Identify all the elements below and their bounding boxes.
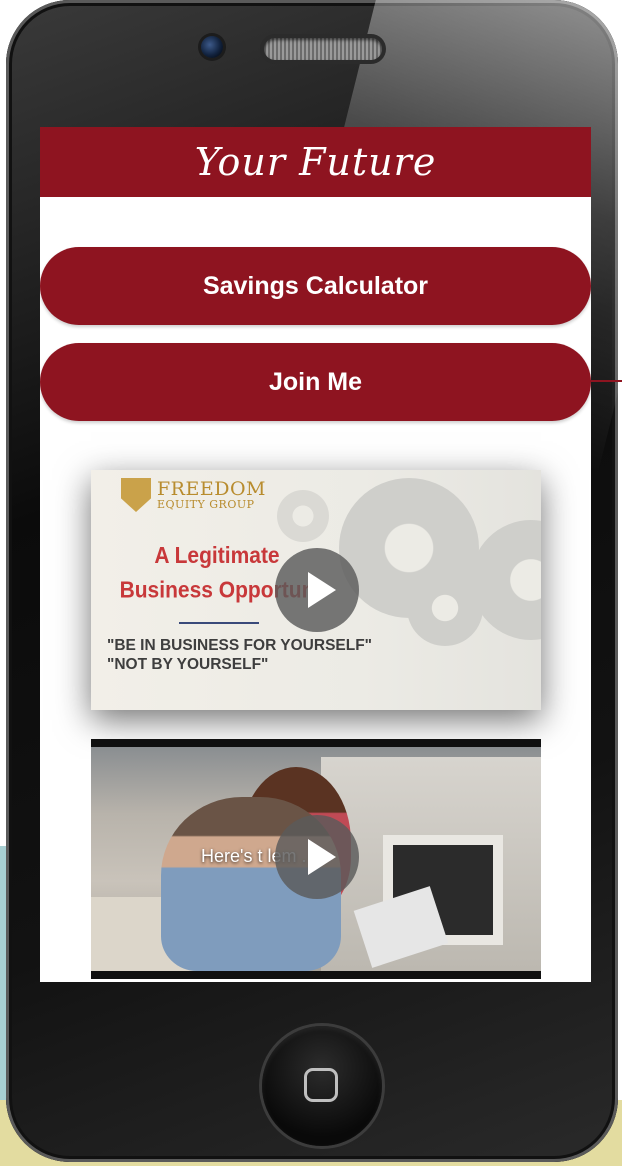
logo-line-1: FREEDOM bbox=[157, 478, 266, 500]
freedom-equity-logo: FREEDOM EQUITY GROUP bbox=[121, 478, 266, 512]
gear-icon bbox=[471, 520, 541, 640]
video-thumbnail-business-opportunity[interactable]: FREEDOM EQUITY GROUP A Legitimate Busine… bbox=[91, 470, 541, 710]
join-me-button[interactable]: Join Me bbox=[40, 343, 591, 421]
pointer-line bbox=[562, 380, 622, 382]
app-header: Your Future bbox=[40, 127, 591, 197]
video-quote: "BE IN BUSINESS FOR YOURSELF" "NOT BY YO… bbox=[107, 636, 527, 674]
video-quote-line-1: "BE IN BUSINESS FOR YOURSELF" bbox=[107, 637, 373, 654]
video-quote-line-2: "NOT BY YOURSELF" bbox=[107, 656, 269, 673]
play-icon[interactable] bbox=[275, 815, 359, 899]
headline-divider bbox=[179, 622, 259, 624]
logo-text: FREEDOM EQUITY GROUP bbox=[157, 478, 266, 511]
savings-calculator-button[interactable]: Savings Calculator bbox=[40, 247, 591, 325]
play-icon[interactable] bbox=[275, 548, 359, 632]
gear-icon bbox=[407, 570, 483, 646]
shield-icon bbox=[121, 478, 151, 512]
gear-icon bbox=[277, 490, 329, 542]
phone-screen: Your Future Savings Calculator Join Me F… bbox=[40, 127, 591, 982]
video-thumbnail-couple[interactable]: Here's t lem . . . bbox=[91, 739, 541, 979]
home-button[interactable] bbox=[262, 1026, 382, 1146]
home-square-icon bbox=[304, 1068, 338, 1102]
header-title: Your Future bbox=[194, 140, 437, 184]
front-camera-icon bbox=[201, 36, 223, 58]
logo-line-2: EQUITY GROUP bbox=[157, 498, 255, 511]
earpiece-speaker bbox=[264, 38, 382, 60]
